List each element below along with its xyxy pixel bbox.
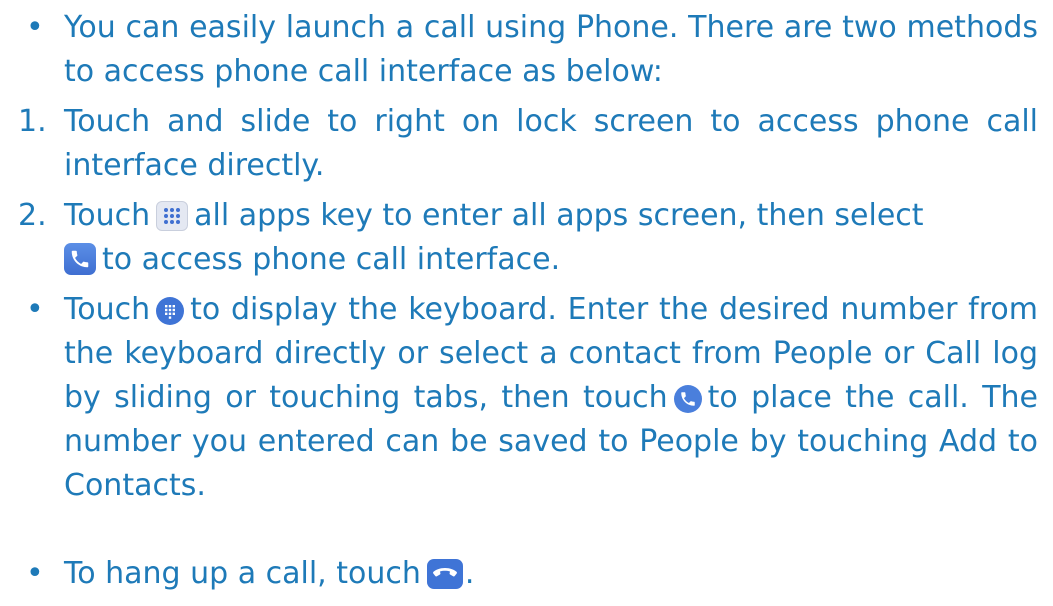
- list-item-intro: • You can easily launch a call using Pho…: [18, 6, 1038, 94]
- step-number: 1.: [18, 104, 47, 139]
- step-2-text-after: to access phone call interface.: [102, 242, 561, 277]
- dialpad-icon: [156, 297, 185, 325]
- call-button-icon: [673, 385, 702, 413]
- hang-up-text-before: To hang up a call, touch: [64, 556, 421, 591]
- list-item-step-2: 2. Touch all apps key to enter all apps s…: [18, 194, 1038, 282]
- list-item-hang-up: • To hang up a call, touch.: [18, 552, 1038, 596]
- step-number: 2.: [18, 198, 47, 233]
- bullet-marker: •: [26, 10, 44, 45]
- list-item-keyboard: • Touch to display the keyboard. Enter th…: [18, 288, 1038, 508]
- step-1-text: Touch and slide to right on lock screen …: [64, 104, 1038, 183]
- hang-up-icon: [426, 559, 463, 589]
- intro-text: You can easily launch a call using Phone…: [64, 10, 1038, 89]
- all-apps-grid-icon: [156, 201, 189, 231]
- phone-app-icon: [64, 243, 96, 275]
- manual-page: • You can easily launch a call using Pho…: [0, 0, 1053, 606]
- keyboard-text: Touch to display the keyboard. Enter the …: [64, 288, 1038, 508]
- hang-up-text-after: .: [464, 556, 475, 591]
- hang-up-text: To hang up a call, touch.: [64, 552, 1038, 596]
- bullet-marker: •: [26, 292, 44, 327]
- bullet-marker: •: [26, 556, 44, 591]
- step-2-text-middle: all apps key to enter all apps screen, t…: [194, 198, 924, 233]
- list-item-step-1: 1. Touch and slide to right on lock scre…: [18, 100, 1038, 188]
- step-2-text-before: Touch: [64, 198, 151, 233]
- step-2-text: Touch all apps key to enter all apps scre…: [64, 194, 1038, 282]
- keyboard-text-before: Touch: [64, 292, 151, 327]
